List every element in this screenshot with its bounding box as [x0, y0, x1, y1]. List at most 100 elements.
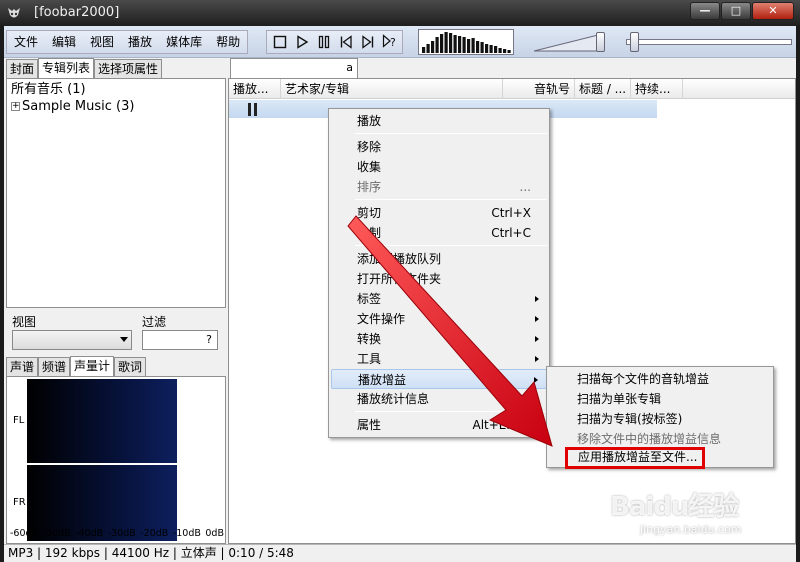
- spectrum-bar: [462, 37, 466, 53]
- previous-icon: [340, 35, 352, 49]
- tab-selection-properties[interactable]: 选择项属性: [94, 59, 163, 78]
- replaygain-submenu: 扫描每个文件的音轨增益 扫描为单张专辑 扫描为专辑(按标签) 移除文件中的播放增…: [546, 366, 774, 469]
- column-artist-album[interactable]: 艺术家/专辑: [281, 79, 503, 99]
- spectrum-bar: [435, 37, 439, 53]
- spectrum-bar: [480, 42, 484, 53]
- menu-separator: [355, 199, 547, 200]
- svg-text:?: ?: [390, 36, 396, 49]
- column-title[interactable]: 标题 / ...: [575, 79, 631, 99]
- visualization-tabs: 声谱 频谱 声量计 歌词: [6, 356, 147, 376]
- stop-button[interactable]: [270, 33, 289, 51]
- spectrum-bar: [444, 32, 448, 53]
- menu-item-open-folder[interactable]: 打开所在文件夹: [331, 269, 547, 289]
- menu-item-sort[interactable]: 排序...: [331, 177, 547, 197]
- menu-item-playback-statistics[interactable]: 播放统计信息: [331, 389, 547, 409]
- submenu-arrow-icon: [535, 336, 539, 342]
- submenu-arrow-icon: [535, 296, 539, 302]
- pause-icon: [318, 35, 329, 49]
- tree-item-all-music[interactable]: 所有音乐 (1): [11, 81, 221, 98]
- menu-item-convert[interactable]: 转换: [331, 329, 547, 349]
- column-duration[interactable]: 持续...: [631, 79, 683, 99]
- db-tick: -30dB: [107, 528, 136, 539]
- spectrum-bar: [503, 49, 507, 53]
- pause-button[interactable]: [314, 33, 333, 51]
- volume-slider-thumb[interactable]: [596, 32, 605, 52]
- playlist-header: 播放... 艺术家/专辑 音轨号 标题 / ... 持续...: [229, 79, 795, 99]
- seek-bar-thumb[interactable]: [630, 32, 639, 52]
- playlist-tab[interactable]: a: [230, 58, 358, 78]
- view-label: 视图: [12, 315, 37, 329]
- tab-peak-meter[interactable]: 声量计: [70, 356, 115, 376]
- close-button[interactable]: ✕: [752, 2, 794, 20]
- menu-bar: 文件 编辑 视图 播放 媒体库 帮助: [6, 30, 249, 54]
- menu-library[interactable]: 媒体库: [159, 31, 209, 53]
- filter-input[interactable]: ?: [142, 330, 218, 350]
- column-track-no[interactable]: 音轨号: [503, 79, 575, 99]
- channel-label-fr: FR: [13, 497, 26, 508]
- next-icon: [361, 35, 373, 49]
- previous-button[interactable]: [336, 33, 355, 51]
- spectrum-bar: [449, 33, 453, 53]
- volume-slider[interactable]: [533, 32, 610, 52]
- random-button[interactable]: ?: [380, 33, 399, 51]
- menu-item-crop[interactable]: 收集: [331, 157, 547, 177]
- menu-item-copy[interactable]: 复制 Ctrl+C: [331, 223, 547, 243]
- menu-item-replaygain[interactable]: 播放增益: [331, 369, 547, 389]
- submenu-item-scan-albums-by-tags[interactable]: 扫描为专辑(按标签): [549, 409, 771, 429]
- menu-view[interactable]: 视图: [83, 31, 121, 53]
- spectrum-bar: [458, 36, 462, 53]
- tree-item-label: Sample Music (3): [22, 99, 135, 114]
- chevron-down-icon: [120, 337, 128, 342]
- spectrum-bar: [476, 41, 480, 53]
- menu-item-play[interactable]: 播放: [331, 111, 547, 131]
- menu-item-utilities[interactable]: 工具: [331, 349, 547, 369]
- tree-item-sample-music[interactable]: + Sample Music (3): [11, 98, 221, 115]
- spectrum-bar: [498, 48, 502, 53]
- tab-lyrics[interactable]: 歌词: [114, 357, 147, 376]
- menu-item-file-operations[interactable]: 文件操作: [331, 309, 547, 329]
- menu-file[interactable]: 文件: [7, 31, 45, 53]
- playback-controls: ?: [266, 30, 403, 54]
- play-icon: [296, 35, 308, 49]
- db-tick: -10dB: [172, 528, 201, 539]
- expand-icon[interactable]: +: [11, 102, 20, 111]
- submenu-item-scan-per-file[interactable]: 扫描每个文件的音轨增益: [549, 369, 771, 389]
- spectrum-bar: [471, 38, 475, 53]
- tab-spectrum[interactable]: 频谱: [38, 357, 71, 376]
- spectrum-bar: [440, 34, 444, 53]
- view-dropdown[interactable]: [12, 330, 132, 350]
- tab-album-art[interactable]: 封面: [6, 59, 39, 78]
- tab-spectrogram[interactable]: 声谱: [6, 357, 39, 376]
- db-tick: -50dB: [42, 528, 71, 539]
- play-button[interactable]: [292, 33, 311, 51]
- menu-item-add-to-queue[interactable]: 添加到播放队列: [331, 249, 547, 269]
- foobar-logo-icon: [8, 8, 20, 18]
- seek-bar[interactable]: [626, 32, 792, 52]
- menu-separator: [355, 245, 547, 246]
- spectrum-bar: [485, 44, 489, 53]
- peak-meter-fl: [27, 379, 177, 463]
- menu-playback[interactable]: 播放: [121, 31, 159, 53]
- next-button[interactable]: [358, 33, 377, 51]
- title-bar: [foobar2000] — □ ✕: [0, 0, 800, 26]
- submenu-item-scan-single-album[interactable]: 扫描为单张专辑: [549, 389, 771, 409]
- spectrum-bar: [422, 47, 426, 53]
- spectrum-bar: [489, 45, 493, 53]
- tab-album-list[interactable]: 专辑列表: [38, 58, 95, 78]
- menu-item-remove[interactable]: 移除: [331, 137, 547, 157]
- spectrum-bar: [507, 50, 511, 53]
- menu-edit[interactable]: 编辑: [45, 31, 83, 53]
- submenu-item-apply-replaygain[interactable]: 应用播放增益至文件...: [565, 447, 705, 469]
- menu-item-cut[interactable]: 剪切 Ctrl+X: [331, 203, 547, 223]
- maximize-button[interactable]: □: [721, 2, 751, 20]
- menu-item-tagging[interactable]: 标签: [331, 289, 547, 309]
- spectrum-visualizer: [418, 29, 514, 55]
- menu-help[interactable]: 帮助: [209, 31, 247, 53]
- minimize-button[interactable]: —: [690, 2, 720, 20]
- spectrum-bar: [426, 44, 430, 53]
- submenu-item-remove-replaygain[interactable]: 移除文件中的播放增益信息: [549, 429, 771, 449]
- menu-item-properties[interactable]: 属性 Alt+Enter: [331, 415, 547, 435]
- column-playing[interactable]: 播放...: [229, 79, 281, 99]
- album-tree: 所有音乐 (1) + Sample Music (3): [6, 78, 226, 308]
- spectrum-bar: [453, 35, 457, 53]
